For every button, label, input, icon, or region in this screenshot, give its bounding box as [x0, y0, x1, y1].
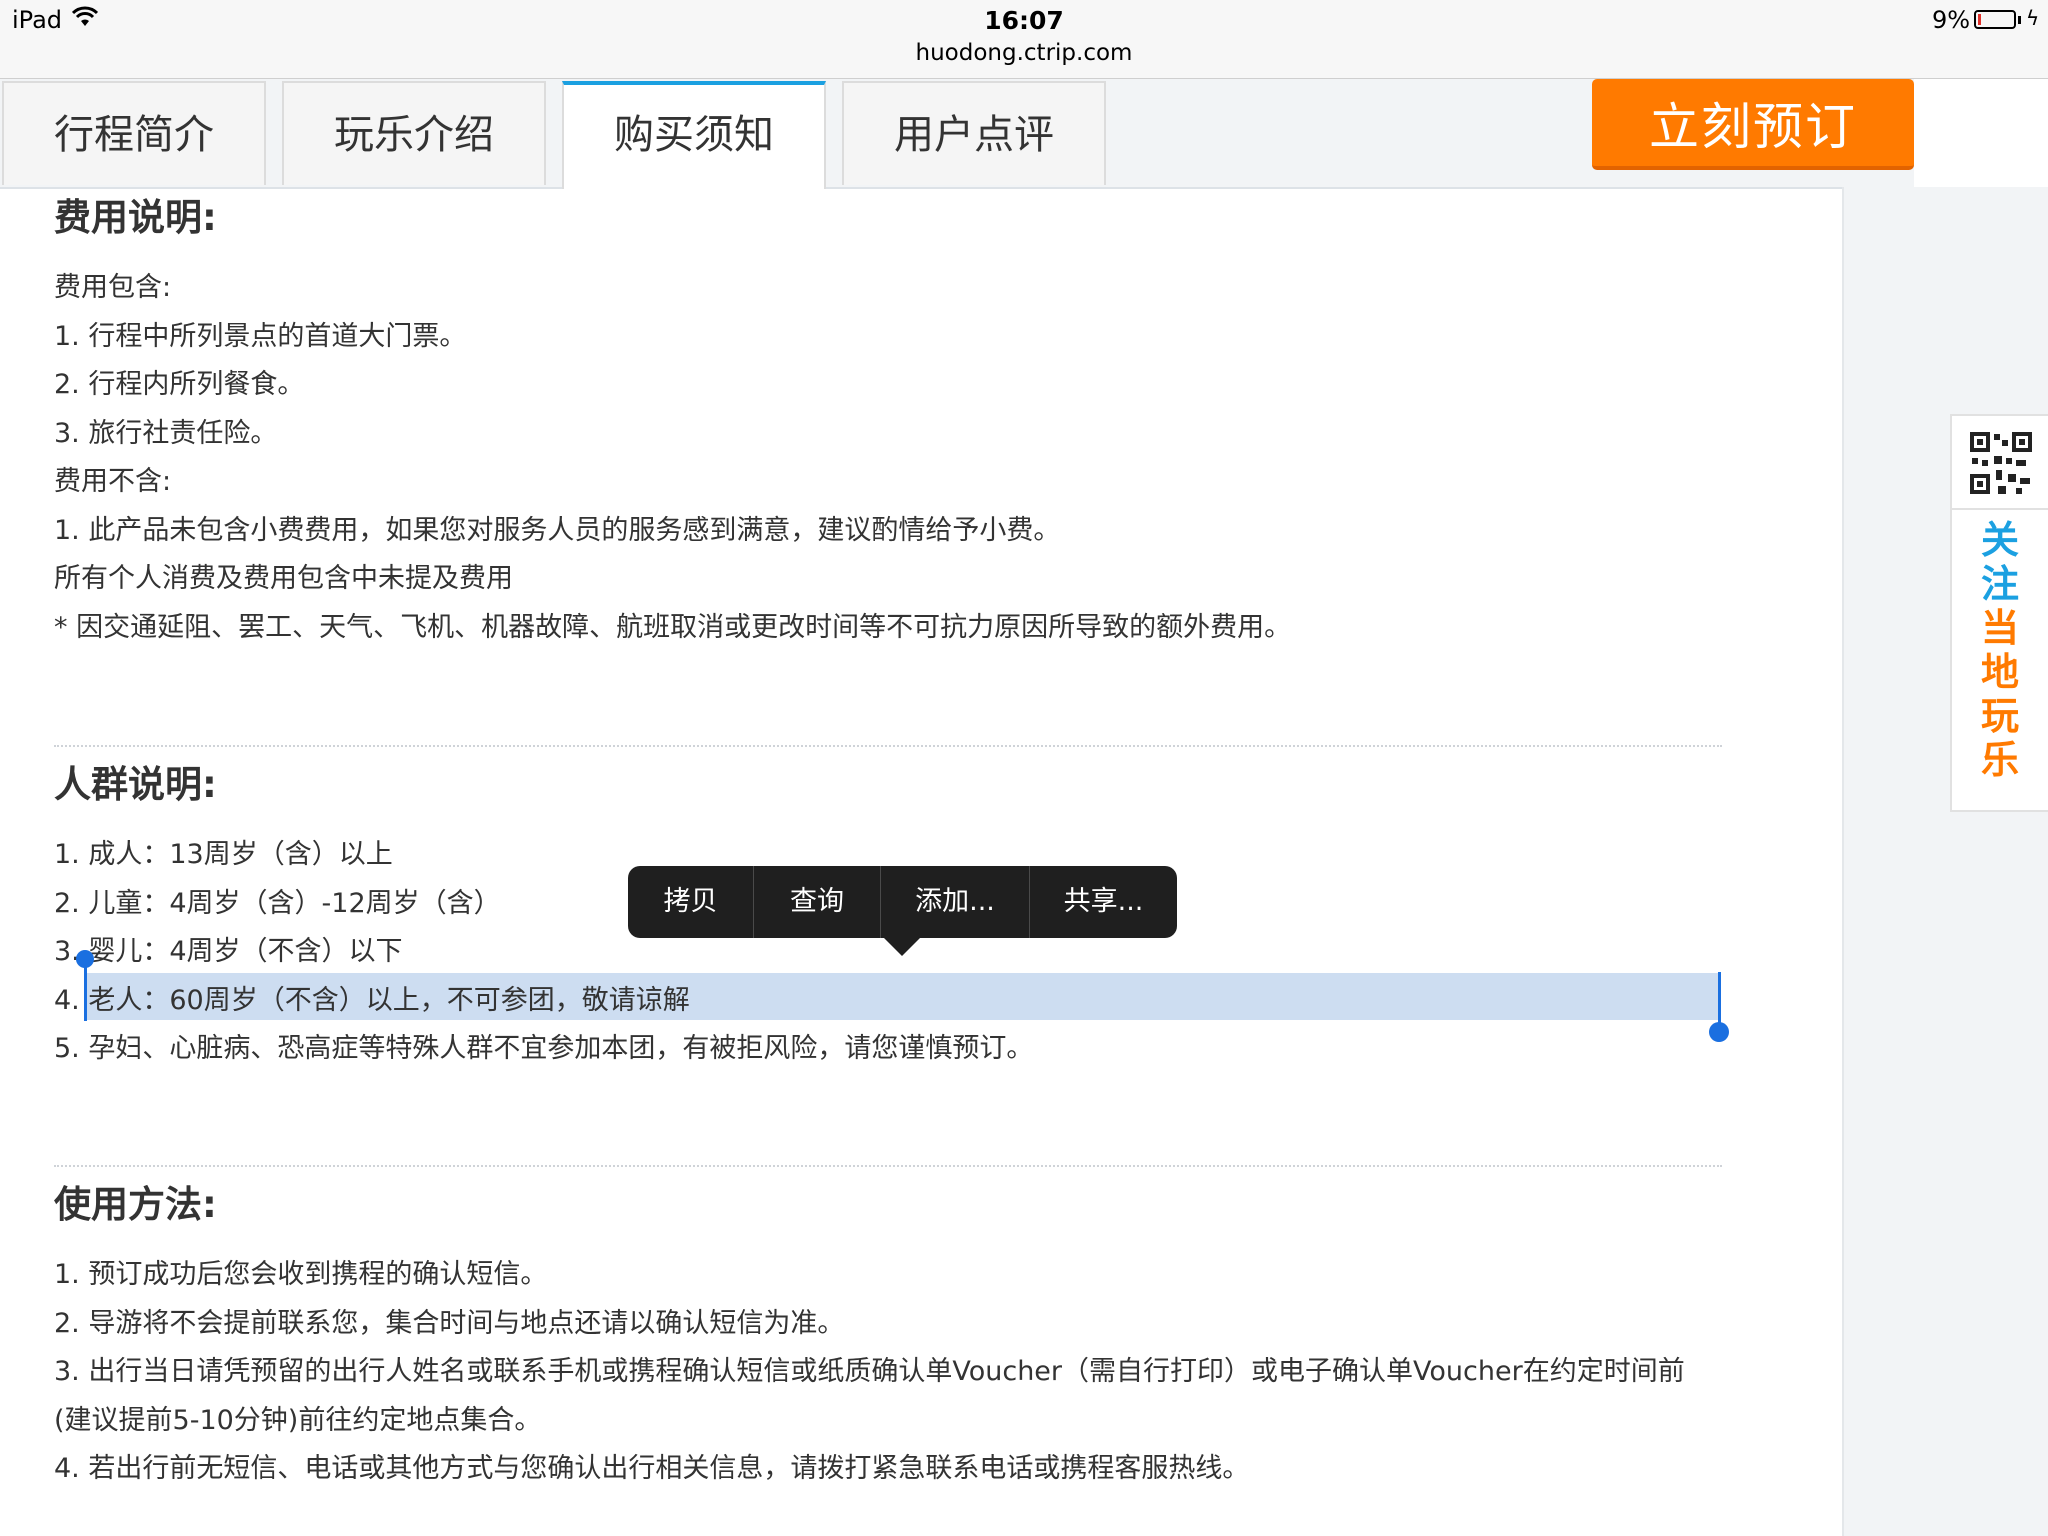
selection-start-knob[interactable] — [76, 950, 94, 968]
side-column — [1842, 187, 2048, 1536]
tab-user-reviews[interactable]: 用户点评 — [842, 81, 1106, 185]
address-bar-url[interactable]: huodong.ctrip.com — [0, 40, 2048, 66]
widget-divider — [1952, 508, 2048, 510]
book-now-button[interactable]: 立刻预订 — [1592, 79, 1914, 170]
section-title: 使用方法: — [54, 1183, 217, 1226]
section-usage: 使用方法: 1. 预订成功后您会收到携程的确认短信。 2. 导游将不会提前联系您… — [54, 1179, 1722, 1494]
follow-char: 乐 — [1980, 738, 2019, 782]
text-line: 4. 若出行前无短信、电话或其他方式与您确认出行相关信息，请拨打紧急联系电话或携… — [54, 1453, 1250, 1484]
text-line: 3. 出行当日请凭预留的出行人姓名或联系手机或携程确认短信或纸质确认单Vouch… — [54, 1356, 1685, 1436]
text-line: 1. 行程中所列景点的首道大门票。 — [54, 320, 467, 352]
share-menu-item[interactable]: 共享... — [1029, 866, 1177, 938]
status-bar: iPad 16:07 huodong.ctrip.com 9% ϟ — [0, 0, 2048, 79]
text-line: 费用包含: — [54, 272, 172, 303]
follow-char: 当 — [1980, 606, 2019, 650]
text-line: 2. 行程内所列餐食。 — [54, 369, 305, 400]
section-title: 费用说明: — [54, 196, 217, 239]
follow-char: 地 — [1980, 650, 2019, 694]
section-divider — [54, 745, 1722, 747]
follow-char: 关 — [1980, 518, 2019, 562]
tab-activity-intro[interactable]: 玩乐介绍 — [282, 81, 546, 185]
section-title: 人群说明: — [54, 763, 217, 806]
context-menu-arrow — [884, 938, 920, 956]
lookup-menu-item[interactable]: 查询 — [753, 866, 880, 938]
qr-code-icon — [1968, 430, 2034, 496]
battery-percent: 9% — [1932, 6, 1971, 34]
battery-icon — [1974, 10, 2016, 29]
selection-end-knob[interactable] — [1709, 1022, 1729, 1042]
text-line: 费用不含: — [54, 466, 172, 497]
add-menu-item[interactable]: 添加... — [880, 866, 1029, 938]
follow-local-label: 关 注 当 地 玩 乐 — [1952, 518, 2048, 782]
section-divider — [54, 1165, 1722, 1167]
text-line: 所有个人消费及费用包含中未提及费用 — [54, 563, 513, 594]
clock: 16:07 — [984, 6, 1064, 35]
text-line: 1. 预订成功后您会收到携程的确认短信。 — [54, 1259, 548, 1290]
follow-char: 注 — [1980, 562, 2019, 606]
text-line: 2. 导游将不会提前联系您，集合时间与地点还请以确认短信为准。 — [54, 1307, 845, 1339]
text-line: 3. 旅行社责任险。 — [54, 417, 278, 449]
text-context-menu: 拷贝 查询 添加... 共享... — [628, 866, 1177, 938]
follow-char: 玩 — [1980, 694, 2019, 738]
text-line: 5. 孕妇、心脏病、恐高症等特殊人群不宜参加本团，有被拒风险，请您谨慎预订。 — [54, 1033, 1034, 1064]
section-fees: 费用说明: 费用包含: 1. 行程中所列景点的首道大门票。 2. 行程内所列餐食… — [54, 192, 1291, 652]
tab-itinerary[interactable]: 行程简介 — [2, 81, 266, 185]
charging-bolt-icon: ϟ — [2026, 6, 2040, 30]
battery-tip — [2018, 16, 2021, 24]
selection-end-handle[interactable] — [1718, 972, 1721, 1028]
text-line: 1. 此产品未包含小费费用，如果您对服务人员的服务感到满意，建议酌情给予小费。 — [54, 514, 1061, 546]
copy-menu-item[interactable]: 拷贝 — [628, 866, 753, 938]
tab-purchase-notes[interactable]: 购买须知 — [562, 81, 826, 189]
text-line: * 因交通延阻、罢工、天气、飞机、机器故障、航班取消或更改时间等不可抗力原因所导… — [54, 611, 1292, 643]
follow-local-widget[interactable]: 关 注 当 地 玩 乐 — [1950, 414, 2048, 812]
selected-text-line[interactable]: 4. 老人：60周岁（不含）以上，不可参团，敬请谅解 — [54, 977, 1033, 1026]
